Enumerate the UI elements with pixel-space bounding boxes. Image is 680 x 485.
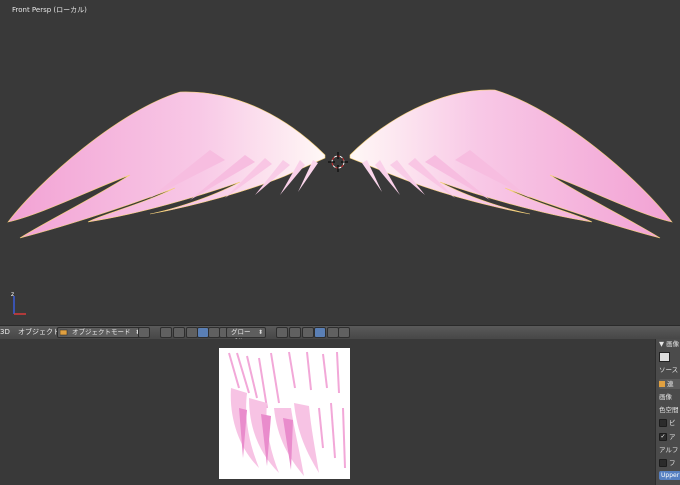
source-row-text: 連	[667, 380, 674, 388]
uv-image-editor[interactable]	[0, 339, 640, 485]
editor-type-fragment[interactable]: 3D	[0, 327, 10, 337]
layer-button[interactable]	[289, 327, 301, 338]
svg-text:z: z	[11, 291, 14, 298]
mode-dropdown-label: オブジェクトモード	[72, 328, 131, 336]
object-menu[interactable]: オブジェクト	[18, 327, 60, 337]
snap-element-button[interactable]	[314, 327, 326, 338]
texture-image[interactable]	[219, 348, 350, 479]
render-animation-button[interactable]	[338, 327, 350, 338]
checkbox-label: ビ	[669, 419, 676, 427]
colorspace-label: 色空間	[659, 406, 679, 414]
dropdown-arrow-icon: ⬍	[257, 329, 263, 336]
checkbox-row-3[interactable]: フ	[659, 458, 680, 468]
checkbox[interactable]: ✓	[659, 433, 667, 441]
3d-cursor-icon	[328, 152, 348, 172]
right-wing[interactable]	[349, 89, 673, 239]
viewport-shading-button[interactable]	[138, 327, 150, 338]
source-label: ソース	[659, 366, 679, 374]
image-browse-row[interactable]	[659, 352, 680, 362]
wings-model[interactable]	[0, 0, 680, 325]
snap-toggle-button[interactable]	[302, 327, 314, 338]
alpha-label: アルフ	[659, 446, 679, 454]
layer-button[interactable]	[276, 327, 288, 338]
image-panel-header[interactable]: ▼ 画像	[659, 339, 680, 349]
source-row[interactable]: 連	[659, 379, 680, 389]
bottom-area: ▼ 画像 ソース 連 画像 色空間 ビ ✓ ア アルフ フ Upper	[0, 339, 680, 485]
axis-gizmo-icon: z	[11, 291, 26, 315]
checkbox-row-2[interactable]: ✓ ア	[659, 432, 680, 442]
pivot-point-button[interactable]	[160, 327, 172, 338]
checkbox-label: ア	[669, 433, 676, 441]
limit-selection-button[interactable]	[173, 327, 185, 338]
checkbox[interactable]	[659, 459, 667, 467]
object-mode-icon	[60, 329, 68, 336]
3d-viewport[interactable]: Front Persp (ローカル) z	[0, 0, 680, 325]
upper-button[interactable]: Upper	[659, 471, 680, 480]
mode-dropdown[interactable]: オブジェクトモード ⬍	[57, 327, 143, 338]
checkbox[interactable]	[659, 419, 667, 427]
image-browse-icon[interactable]	[659, 352, 670, 362]
orientation-dropdown[interactable]: グローバル ⬍	[226, 327, 266, 345]
view3d-header: 3D オブジェクト オブジェクトモード ⬍ グローバル ⬍	[0, 325, 680, 345]
image-label: 画像	[659, 393, 672, 401]
left-wing[interactable]	[7, 91, 326, 239]
properties-panel: ▼ 画像 ソース 連 画像 色空間 ビ ✓ ア アルフ フ Upper	[655, 339, 680, 485]
panel-title: 画像	[666, 340, 680, 348]
checkbox-label: フ	[669, 459, 676, 467]
source-icon	[659, 381, 665, 387]
checkbox-row-1[interactable]: ビ	[659, 418, 680, 428]
